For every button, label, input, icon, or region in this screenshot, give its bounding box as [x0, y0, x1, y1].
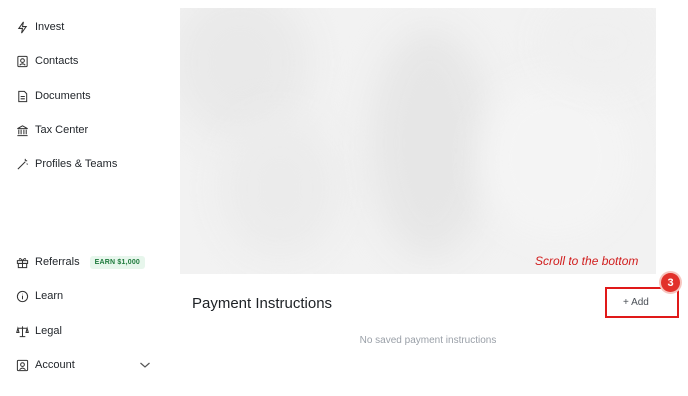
sidebar-item-tax-center[interactable]: Tax Center [16, 119, 156, 141]
earn-badge: EARN $1,000 [89, 255, 146, 269]
lightning-icon [16, 21, 29, 34]
sidebar-item-label: Invest [35, 21, 65, 33]
empty-state-text: No saved payment instructions [359, 335, 497, 346]
sidebar-item-contacts[interactable]: Contacts [16, 50, 156, 72]
sidebar-item-profiles-teams[interactable]: Profiles & Teams [16, 153, 156, 175]
annotation-text: Scroll to the bottom [535, 254, 639, 268]
sidebar-item-label: Tax Center [35, 124, 89, 136]
chevron-down-icon[interactable] [139, 360, 151, 370]
sidebar-item-learn[interactable]: Learn [16, 285, 156, 307]
contact-card-icon [16, 55, 29, 68]
blurred-banner-image [180, 8, 656, 274]
add-payment-button[interactable]: + Add [623, 297, 649, 308]
magic-wand-icon [16, 158, 29, 171]
sidebar-item-label: Documents [35, 90, 91, 102]
section-title: Payment Instructions [192, 295, 333, 312]
info-icon [16, 290, 29, 303]
sidebar-item-label: Contacts [35, 55, 79, 67]
step-badge: 3 [661, 273, 680, 292]
sidebar: Invest Contacts Documents Tax Center Pro… [0, 0, 172, 396]
scale-icon [16, 325, 29, 338]
sidebar-item-label: Account [35, 359, 75, 371]
sidebar-item-referrals[interactable]: Referrals EARN $1,000 [16, 251, 166, 273]
sidebar-item-legal[interactable]: Legal [16, 320, 156, 342]
sidebar-item-invest[interactable]: Invest [16, 16, 156, 38]
bank-icon [16, 124, 29, 137]
sidebar-item-label: Legal [35, 325, 62, 337]
gift-icon [16, 256, 29, 269]
sidebar-item-label: Referrals [35, 256, 80, 268]
sidebar-item-account[interactable]: Account [16, 354, 156, 376]
sidebar-item-label: Learn [35, 290, 64, 302]
document-icon [16, 90, 29, 103]
user-icon [16, 359, 29, 372]
sidebar-item-label: Profiles & Teams [35, 158, 118, 170]
sidebar-item-documents[interactable]: Documents [16, 85, 156, 107]
